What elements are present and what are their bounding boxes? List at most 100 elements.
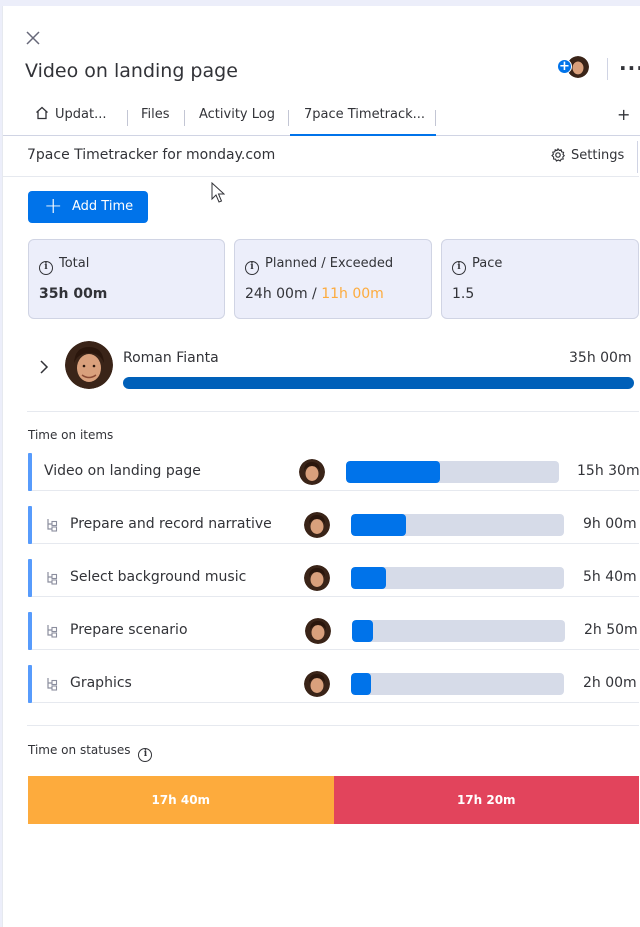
item-name: Prepare and record narrative (70, 516, 272, 532)
item-color-accent (28, 559, 32, 597)
planned-separator: / (307, 286, 322, 302)
plus-icon: + (44, 194, 63, 219)
avatar (299, 459, 325, 485)
divider (27, 725, 639, 726)
app-header: 7pace Timetracker for monday.com Setting… (3, 137, 639, 177)
item-time: 15h 30m (577, 463, 640, 479)
header-divider (607, 58, 608, 80)
total-label-text: Total (59, 256, 90, 271)
avatar (304, 565, 330, 591)
tab-divider (184, 110, 185, 126)
item-progress-fill (351, 673, 372, 695)
item-name: Select background music (70, 569, 247, 585)
total-value: 35h 00m (39, 286, 108, 302)
item-row[interactable]: Prepare and record narrative 9h 00m (28, 506, 639, 544)
pace-label-text: Pace (472, 256, 503, 271)
close-icon[interactable] (25, 30, 43, 48)
avatar (305, 618, 331, 644)
planned-time: 24h 00m (245, 286, 308, 302)
tab-bar: Updat... Files Activity Log 7pace Timetr… (3, 102, 640, 136)
subitem-icon (47, 625, 58, 638)
item-color-accent (28, 612, 32, 650)
avatar (304, 512, 330, 538)
item-progress-fill (346, 461, 441, 483)
more-options-icon[interactable]: ··· (619, 56, 640, 80)
planned-value: 24h 00m / 11h 00m (245, 286, 384, 302)
status-bar: 17h 40m 17h 20m (28, 776, 639, 824)
chevron-right-icon[interactable] (39, 359, 49, 378)
total-card: i Total 35h 00m (28, 239, 225, 319)
header-divider (637, 141, 638, 173)
pace-card: i Pace 1.5 (441, 239, 639, 319)
item-color-accent (28, 665, 32, 703)
avatar (65, 341, 113, 389)
subitem-icon (47, 519, 58, 532)
item-progress-track (351, 514, 564, 536)
planned-label: i Planned / Exceeded (245, 256, 393, 275)
settings-button[interactable]: Settings (551, 147, 625, 163)
total-label: i Total (39, 256, 89, 275)
planned-label-text: Planned / Exceeded (265, 256, 394, 271)
status-segment[interactable]: 17h 40m (28, 776, 334, 824)
item-name: Prepare scenario (70, 622, 188, 638)
info-icon[interactable]: i (39, 261, 53, 275)
user-progress-bar (123, 377, 634, 389)
item-progress-track (351, 567, 564, 589)
time-on-statuses-title: Time on statuses i (28, 743, 153, 762)
mouse-cursor-icon (211, 182, 225, 203)
user-time-row: Roman Fianta 35h 00m (3, 339, 639, 399)
pace-value: 1.5 (452, 286, 475, 302)
planned-exceeded-card: i Planned / Exceeded 24h 00m / 11h 00m (234, 239, 432, 319)
add-view-button[interactable]: + (617, 102, 630, 128)
info-icon[interactable]: i (138, 748, 153, 762)
avatar (304, 671, 330, 697)
item-progress-fill (351, 514, 406, 536)
item-progress-fill (352, 620, 373, 642)
app-title: 7pace Timetracker for monday.com (27, 147, 276, 163)
subitem-icon (47, 572, 58, 585)
info-icon[interactable]: i (452, 261, 466, 275)
tab-7pace-timetracker[interactable]: 7pace Timetrack... (290, 102, 436, 136)
item-time: 2h 00m (583, 675, 637, 691)
item-progress-fill (351, 567, 386, 589)
tab-divider (127, 110, 128, 126)
status-segment[interactable]: 17h 20m (333, 776, 639, 824)
settings-label: Settings (571, 148, 625, 163)
time-on-statuses-label: Time on statuses (28, 743, 131, 757)
item-name: Video on landing page (44, 463, 201, 479)
item-panel: Video on landing page + ··· Updat... Fil… (2, 6, 640, 927)
add-time-label: Add Time (72, 199, 134, 214)
item-color-accent (28, 453, 32, 491)
tab-label: Updat... (55, 107, 107, 122)
item-progress-track (352, 620, 565, 642)
item-progress-track (346, 461, 559, 483)
item-progress-track (351, 673, 564, 695)
tab-divider (435, 110, 436, 126)
item-time: 9h 00m (583, 516, 637, 532)
pace-label: i Pace (452, 256, 502, 275)
item-row[interactable]: Graphics 2h 00m (28, 665, 639, 703)
user-total-time: 35h 00m (569, 350, 632, 366)
divider (27, 411, 639, 412)
info-icon[interactable]: i (245, 261, 259, 275)
tab-activity-log[interactable]: Activity Log (199, 102, 275, 136)
time-on-items-title: Time on items (28, 428, 114, 442)
item-row[interactable]: Prepare scenario 2h 50m (28, 612, 639, 650)
tab-divider (288, 110, 289, 126)
item-time: 5h 40m (583, 569, 637, 585)
tab-updates[interactable]: Updat... (35, 102, 106, 136)
exceeded-time: 11h 00m (321, 286, 384, 302)
add-subscriber-icon[interactable]: + (557, 59, 572, 74)
item-row[interactable]: Video on landing page 15h 30m (28, 453, 640, 491)
add-time-button[interactable]: + Add Time (28, 191, 148, 223)
gear-icon (551, 147, 565, 162)
item-name: Graphics (70, 675, 132, 691)
tab-files[interactable]: Files (141, 102, 170, 136)
page-title: Video on landing page (25, 60, 238, 82)
subscribers[interactable]: + (555, 54, 593, 80)
subitem-icon (47, 678, 58, 691)
item-color-accent (28, 506, 32, 544)
item-time: 2h 50m (584, 622, 638, 638)
user-name: Roman Fianta (123, 350, 219, 366)
item-row[interactable]: Select background music 5h 40m (28, 559, 639, 597)
